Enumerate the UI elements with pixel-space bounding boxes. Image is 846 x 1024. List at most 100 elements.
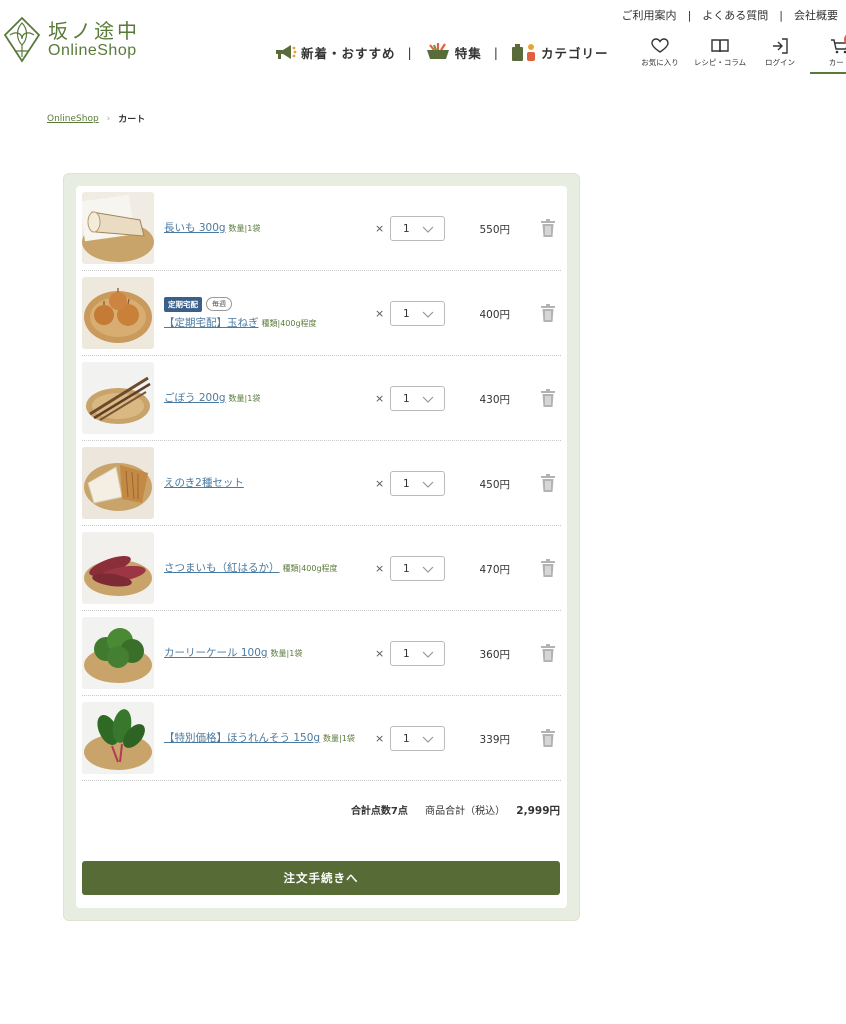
product-name-link[interactable]: 長いも 300g: [164, 222, 226, 234]
trash-icon[interactable]: [540, 728, 556, 748]
product-thumbnail[interactable]: [82, 617, 154, 689]
product-spec: 種類|400g程度: [282, 564, 338, 573]
cart-panel: 長いも 300g 数量|1袋 × 1 550円 定期宅配 毎週 【定期宅配】玉ね…: [63, 173, 580, 921]
cart-item-row: 定期宅配 毎週 【定期宅配】玉ねぎ 種類|400g程度 × 1 400円: [82, 271, 561, 356]
main-nav: 新着・おすすめ | 特集 | カテゴリー: [273, 42, 608, 62]
product-name-link[interactable]: 【特別価格】ほうれんそう 150g: [164, 732, 320, 744]
quantity-value: 1: [403, 562, 410, 575]
product-name-link[interactable]: カーリーケール 100g: [164, 647, 268, 659]
util-separator: |: [779, 8, 783, 22]
chevron-down-icon: [422, 651, 434, 658]
quantity-select[interactable]: 1: [390, 641, 445, 666]
nav-favorites[interactable]: お気に入り: [630, 38, 690, 74]
breadcrumb: OnlineShop › カート: [47, 112, 146, 126]
trash-icon[interactable]: [540, 303, 556, 323]
subscription-tag: 定期宅配: [164, 296, 202, 312]
logo-name-jp: 坂ノ途中: [48, 19, 140, 43]
icon-nav: お気に入り レシピ・コラム ログイン 7 カート: [630, 33, 846, 74]
product-thumbnail[interactable]: [82, 362, 154, 434]
nav-login[interactable]: ログイン: [750, 38, 810, 74]
logo-name-en: OnlineShop: [48, 42, 137, 59]
subtotal-value: 2,999円: [516, 805, 560, 817]
category-icon: [511, 44, 535, 61]
cart-item-row: 【特別価格】ほうれんそう 150g 数量|1袋 × 1 339円: [82, 696, 561, 781]
logo-mark-icon: [3, 16, 41, 63]
trash-icon[interactable]: [540, 473, 556, 493]
quantity-value: 1: [403, 307, 410, 320]
quantity-select[interactable]: 1: [390, 471, 445, 496]
product-name-link[interactable]: ごぼう 200g: [164, 392, 226, 404]
trash-icon[interactable]: [540, 558, 556, 578]
quantity-select[interactable]: 1: [390, 556, 445, 581]
times-symbol: ×: [375, 307, 385, 320]
product-info: 定期宅配 毎週 【定期宅配】玉ねぎ 種類|400g程度: [164, 271, 369, 356]
quantity-select[interactable]: 1: [390, 301, 445, 326]
quantity-select[interactable]: 1: [390, 386, 445, 411]
quantity-value: 1: [403, 222, 410, 235]
item-price: 430円: [479, 394, 510, 406]
nav-label-new: 新着・おすすめ: [301, 45, 396, 61]
nav-item-category[interactable]: カテゴリー: [511, 42, 609, 62]
product-thumbnail[interactable]: [82, 702, 154, 774]
cart-list: 長いも 300g 数量|1袋 × 1 550円 定期宅配 毎週 【定期宅配】玉ね…: [76, 186, 567, 908]
breadcrumb-separator: ›: [106, 113, 111, 124]
util-link-faq[interactable]: よくある質問: [702, 7, 768, 23]
nav-item-feature[interactable]: 特集: [425, 42, 482, 62]
nav-label-category: カテゴリー: [540, 45, 609, 61]
cart-item-row: さつまいも（紅はるか） 種類|400g程度 × 1 470円: [82, 526, 561, 611]
times-symbol: ×: [375, 222, 385, 235]
nav-item-new[interactable]: 新着・おすすめ: [273, 43, 396, 62]
nav-login-label: ログイン: [765, 58, 795, 67]
product-thumbnail[interactable]: [82, 532, 154, 604]
utility-links: ご利用案内 | よくある質問 | 会社概要: [622, 7, 838, 23]
site-logo[interactable]: 坂ノ途中 OnlineShop: [2, 14, 142, 66]
nav-cart-label: カート: [828, 58, 846, 67]
total-item-count: 合計点数7点: [350, 806, 408, 817]
chevron-down-icon: [422, 481, 434, 488]
quantity-value: 1: [403, 392, 410, 405]
product-thumbnail[interactable]: [82, 447, 154, 519]
chevron-down-icon: [422, 566, 434, 573]
nav-separator: |: [407, 44, 413, 60]
chevron-down-icon: [422, 736, 434, 743]
util-link-company[interactable]: 会社概要: [794, 7, 838, 23]
breadcrumb-current: カート: [118, 115, 146, 125]
chevron-down-icon: [422, 311, 434, 318]
product-name-link[interactable]: えのき2種セット: [164, 477, 244, 489]
product-thumbnail[interactable]: [82, 192, 154, 264]
util-separator: |: [687, 8, 692, 22]
product-info: 長いも 300g 数量|1袋: [164, 186, 369, 271]
nav-recipes-label: レシピ・コラム: [693, 58, 747, 67]
checkout-button[interactable]: 注文手続きへ: [82, 861, 560, 895]
enoki-image: [82, 447, 154, 519]
times-symbol: ×: [375, 562, 385, 575]
quantity-value: 1: [403, 477, 410, 490]
item-price: 450円: [479, 479, 510, 491]
item-price: 470円: [479, 564, 510, 576]
kale-image: [82, 617, 154, 689]
nav-favorites-label: お気に入り: [641, 58, 679, 67]
quantity-select[interactable]: 1: [390, 726, 445, 751]
times-symbol: ×: [375, 477, 385, 490]
yam-image: [82, 192, 154, 264]
product-name-link[interactable]: 【定期宅配】玉ねぎ: [164, 317, 259, 329]
trash-icon[interactable]: [540, 643, 556, 663]
nav-cart[interactable]: 7 カート: [810, 33, 846, 74]
product-info: ごぼう 200g 数量|1袋: [164, 356, 369, 441]
breadcrumb-home[interactable]: OnlineShop: [47, 114, 99, 124]
util-link-guide[interactable]: ご利用案内: [622, 7, 677, 23]
login-icon: [773, 38, 788, 54]
trash-icon[interactable]: [540, 388, 556, 408]
heart-icon: [651, 38, 669, 53]
chevron-down-icon: [422, 226, 434, 233]
product-thumbnail[interactable]: [82, 277, 154, 349]
nav-recipes[interactable]: レシピ・コラム: [690, 38, 750, 74]
product-spec: 数量|1袋: [228, 224, 261, 233]
quantity-value: 1: [403, 647, 410, 660]
quantity-select[interactable]: 1: [390, 216, 445, 241]
burdock-image: [82, 362, 154, 434]
product-spec: 種類|400g程度: [261, 318, 317, 328]
sweet-potato-image: [82, 532, 154, 604]
product-name-link[interactable]: さつまいも（紅はるか）: [164, 562, 280, 574]
trash-icon[interactable]: [540, 218, 556, 238]
